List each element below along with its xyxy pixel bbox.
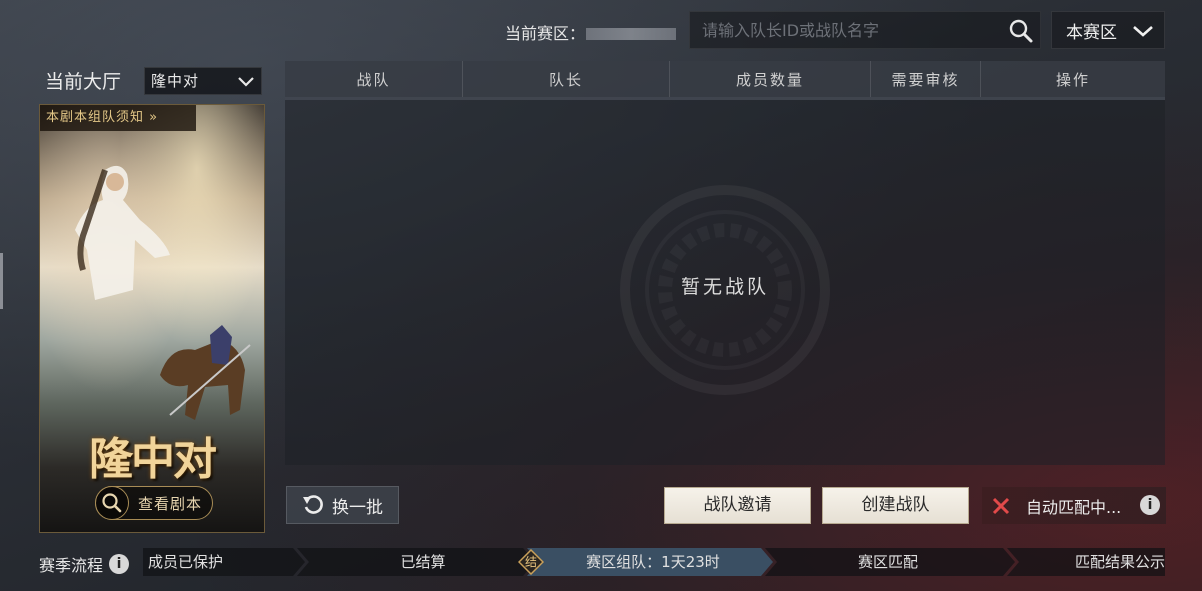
column-team: 战队 (285, 61, 463, 97)
refresh-batch-label: 换一批 (332, 497, 383, 518)
region-dropdown[interactable]: 本赛区 (1051, 11, 1165, 49)
chevron-down-icon (1133, 26, 1153, 37)
column-action: 操作 (1055, 70, 1090, 89)
empty-state-text: 暂无战队 (680, 276, 769, 298)
strategist-figure-image (75, 165, 170, 300)
settled-badge-text: 结 (524, 555, 537, 569)
cancel-match-icon[interactable] (992, 497, 1010, 515)
column-member-count: 成员数量 (670, 61, 871, 97)
stage-region-matching: 赛区匹配 (857, 553, 918, 571)
team-table-header: 战队 队长 成员数量 需要审核 操作 (285, 61, 1165, 97)
search-icon (1009, 19, 1033, 43)
view-script-button[interactable]: 查看剧本 (95, 486, 213, 520)
hall-dropdown[interactable]: 隆中对 (144, 67, 262, 95)
script-poster[interactable]: 本剧本组队须知 » 隆中对 查看剧本 (39, 104, 265, 533)
column-captain: 队长 (463, 61, 670, 97)
auto-match-status[interactable]: 自动匹配中... i (982, 487, 1166, 524)
season-flow: 赛季流程 i (39, 552, 130, 576)
stage-settled: 已结算 (400, 553, 446, 571)
refresh-icon (303, 495, 323, 514)
side-tab[interactable] (0, 253, 3, 309)
info-icon[interactable]: i (109, 554, 130, 574)
settled-badge: 结 (517, 548, 545, 576)
view-script-label: 查看剧本 (137, 495, 202, 513)
team-invite-button[interactable]: 战队邀请 (664, 487, 811, 524)
search-button[interactable] (1008, 18, 1034, 44)
team-table-body: 暂无战队 (285, 97, 1165, 465)
season-flow-label: 赛季流程 (39, 556, 104, 575)
column-needs-review: 需要审核 (871, 61, 981, 97)
stage-match-results: 匹配结果公示 (1074, 553, 1165, 571)
current-hall-label: 当前大厅 (45, 71, 122, 93)
stage-region-teaming: 赛区组队：1天23时 (586, 553, 720, 571)
search-input[interactable] (690, 12, 1012, 48)
current-zone-label: 当前赛区： (505, 24, 586, 43)
season-progress-bar: 成员已保护 已结算 结 赛区组队：1天23时 赛区匹配 匹配结果公示 (143, 548, 1165, 576)
info-icon[interactable]: i (1140, 495, 1160, 515)
magnifier-icon (95, 486, 129, 520)
zone-name-redacted (586, 28, 676, 40)
rider-horse-image (160, 325, 251, 420)
create-team-button[interactable]: 创建战队 (822, 487, 969, 524)
chevron-down-icon (238, 77, 254, 87)
auto-match-label: 自动匹配中... (1026, 497, 1122, 517)
team-rules-link[interactable]: 本剧本组队须知 » (40, 105, 196, 131)
script-title: 隆中对 (89, 434, 217, 485)
stage-members-protected: 成员已保护 (148, 553, 224, 571)
search-box (689, 11, 1041, 49)
refresh-batch-button[interactable]: 换一批 (286, 486, 399, 524)
hall-dropdown-label: 隆中对 (151, 72, 200, 90)
region-dropdown-label: 本赛区 (1066, 22, 1117, 43)
